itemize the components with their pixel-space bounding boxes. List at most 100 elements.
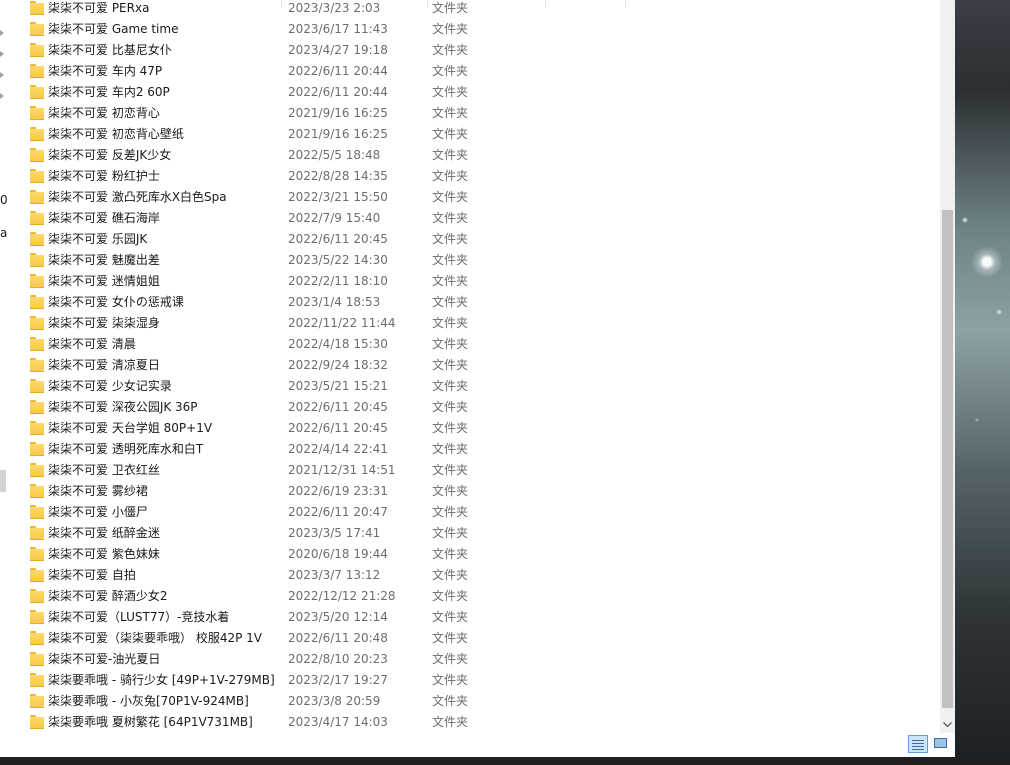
file-row[interactable]: 柒柒要乖哦 夏树繁花 [64P1V731MB] 2023/4/17 14:03 文件… <box>20 711 940 732</box>
expand-arrow-icon[interactable] <box>0 51 4 57</box>
file-modified-date: 2023/3/7 13:12 <box>288 567 381 582</box>
file-row[interactable]: 柒柒要乖哦 - 骑行少女 [49P+1V-279MB] 2023/2/17 19:… <box>20 669 940 690</box>
file-row[interactable]: 柒柒不可爱 比基尼女仆 2023/4/27 19:18 文件夹 <box>20 39 940 60</box>
file-name: 柒柒不可爱-油光夏日 <box>48 652 161 666</box>
file-name: 柒柒不可爱 Game time <box>48 22 179 36</box>
file-row[interactable]: 柒柒不可爱 深夜公园JK 36P 2022/6/11 20:45 文件夹 <box>20 396 940 417</box>
file-name: 柒柒不可爱 天台学姐 80P+1V <box>48 421 213 435</box>
file-row[interactable]: 柒柒不可爱 迷情姐姐 2022/2/11 18:10 文件夹 <box>20 270 940 291</box>
folder-icon <box>30 253 44 267</box>
file-type: 文件夹 <box>432 463 469 477</box>
file-row[interactable]: 柒柒不可爱 反差JK少女 2022/5/5 18:48 文件夹 <box>20 144 940 165</box>
file-type: 文件夹 <box>432 232 469 246</box>
folder-icon <box>30 484 44 498</box>
file-modified-date: 2022/5/5 18:48 <box>288 147 381 162</box>
folder-icon <box>30 22 44 36</box>
folder-icon <box>30 190 44 204</box>
nav-item-fragment[interactable]: 0 <box>0 193 8 207</box>
file-name: 柒柒不可爱 雾纱裙 <box>48 484 148 498</box>
file-modified-date: 2022/6/11 20:44 <box>288 63 388 78</box>
status-bar <box>0 733 955 757</box>
file-type: 文件夹 <box>432 211 469 225</box>
folder-icon <box>30 295 44 309</box>
file-type: 文件夹 <box>432 316 469 330</box>
file-explorer-window: 0 a 柒柒不可爱 PERxa 2023/3/23 2:03 文件夹 柒柒不可爱 Ga… <box>0 0 955 757</box>
folder-icon <box>30 85 44 99</box>
file-row[interactable]: 柒柒不可爱 醉酒少女2 2022/12/12 21:28 文件夹 <box>20 585 940 606</box>
file-name: 柒柒不可爱 自拍 <box>48 568 136 582</box>
file-type: 文件夹 <box>432 148 469 162</box>
folder-icon <box>30 43 44 57</box>
file-row[interactable]: 柒柒不可爱 少女记实录 2023/5/21 15:21 文件夹 <box>20 375 940 396</box>
file-row[interactable]: 柒柒不可爱 天台学姐 80P+1V 2022/6/11 20:45 文件夹 <box>20 417 940 438</box>
file-type: 文件夹 <box>432 1 469 15</box>
file-modified-date: 2023/3/5 17:41 <box>288 525 381 540</box>
file-row[interactable]: 柒柒不可爱 自拍 2023/3/7 13:12 文件夹 <box>20 564 940 585</box>
file-row[interactable]: 柒柒不可爱 清凉夏日 2022/9/24 18:32 文件夹 <box>20 354 940 375</box>
folder-icon <box>30 1 44 15</box>
file-row[interactable]: 柒柒不可爱 紫色妹妹 2020/6/18 19:44 文件夹 <box>20 543 940 564</box>
file-name: 柒柒不可爱 小僵尸 <box>48 505 148 519</box>
file-modified-date: 2022/6/11 20:47 <box>288 504 388 519</box>
folder-icon <box>30 442 44 456</box>
file-row[interactable]: 柒柒不可爱 小僵尸 2022/6/11 20:47 文件夹 <box>20 501 940 522</box>
file-name: 柒柒不可爱 清凉夏日 <box>48 358 160 372</box>
file-row[interactable]: 柒柒不可爱 车内 47P 2022/6/11 20:44 文件夹 <box>20 60 940 81</box>
file-row[interactable]: 柒柒不可爱 魅魔出差 2023/5/22 14:30 文件夹 <box>20 249 940 270</box>
large-icons-view-button[interactable] <box>931 735 951 753</box>
file-row[interactable]: 柒柒不可爱 礁石海岸 2022/7/9 15:40 文件夹 <box>20 207 940 228</box>
file-row[interactable]: 柒柒不可爱（LUST77）-竞技水着 2023/5/20 12:14 文件夹 <box>20 606 940 627</box>
folder-icon <box>30 127 44 141</box>
file-modified-date: 2023/2/17 19:27 <box>288 672 388 687</box>
chevron-down-icon <box>943 721 952 727</box>
folder-icon <box>30 148 44 162</box>
file-row[interactable]: 柒柒不可爱 初恋背心壁纸 2021/9/16 16:25 文件夹 <box>20 123 940 144</box>
folder-icon <box>30 631 44 645</box>
file-name: 柒柒不可爱 少女记实录 <box>48 379 172 393</box>
file-row[interactable]: 柒柒不可爱 透明死库水和白T 2022/4/14 22:41 文件夹 <box>20 438 940 459</box>
file-modified-date: 2022/11/22 11:44 <box>288 315 396 330</box>
file-row[interactable]: 柒柒不可爱 车内2 60P 2022/6/11 20:44 文件夹 <box>20 81 940 102</box>
file-modified-date: 2022/12/12 21:28 <box>288 588 396 603</box>
file-row[interactable]: 柒柒不可爱 卫衣红丝 2021/12/31 14:51 文件夹 <box>20 459 940 480</box>
file-row[interactable]: 柒柒不可爱 激凸死库水X白色Spa 2022/3/21 15:50 文件夹 <box>20 186 940 207</box>
file-row[interactable]: 柒柒不可爱 粉红护士 2022/8/28 14:35 文件夹 <box>20 165 940 186</box>
file-row[interactable]: 柒柒不可爱 Game time 2023/6/17 11:43 文件夹 <box>20 18 940 39</box>
file-modified-date: 2022/2/11 18:10 <box>288 273 388 288</box>
expand-arrow-icon[interactable] <box>0 93 4 99</box>
folder-icon <box>30 526 44 540</box>
folder-icon <box>30 316 44 330</box>
file-modified-date: 2022/7/9 15:40 <box>288 210 381 225</box>
file-type: 文件夹 <box>432 568 469 582</box>
folder-icon <box>30 673 44 687</box>
scroll-down-button[interactable] <box>940 716 955 733</box>
file-row[interactable]: 柒柒不可爱 纸醉金迷 2023/3/5 17:41 文件夹 <box>20 522 940 543</box>
scroll-thumb[interactable] <box>942 210 953 708</box>
file-type: 文件夹 <box>432 505 469 519</box>
nav-item-fragment[interactable]: a <box>0 226 8 240</box>
file-modified-date: 2021/9/16 16:25 <box>288 105 388 120</box>
folder-icon <box>30 652 44 666</box>
vertical-scrollbar[interactable] <box>940 0 955 733</box>
details-view-button[interactable] <box>908 735 928 753</box>
file-modified-date: 2022/8/28 14:35 <box>288 168 388 183</box>
expand-arrow-icon[interactable] <box>0 30 4 36</box>
folder-icon <box>30 505 44 519</box>
file-row[interactable]: 柒柒不可爱（柒柒要乖哦） 校服42P 1V 2022/6/11 20:48 文件夹 <box>20 627 940 648</box>
file-row[interactable]: 柒柒不可爱-油光夏日 2022/8/10 20:23 文件夹 <box>20 648 940 669</box>
expand-arrow-icon[interactable] <box>0 72 4 78</box>
file-name: 柒柒不可爱 迷情姐姐 <box>48 274 160 288</box>
file-row[interactable]: 柒柒不可爱 雾纱裙 2022/6/19 23:31 文件夹 <box>20 480 940 501</box>
file-row[interactable]: 柒柒要乖哦 - 小灰兔[70P1V-924MB] 2023/3/8 20:59 文件… <box>20 690 940 711</box>
file-row[interactable]: 柒柒不可爱 初恋背心 2021/9/16 16:25 文件夹 <box>20 102 940 123</box>
file-modified-date: 2021/12/31 14:51 <box>288 462 396 477</box>
file-name: 柒柒不可爱 乐园JK <box>48 232 148 246</box>
file-row[interactable]: 柒柒不可爱 清晨 2022/4/18 15:30 文件夹 <box>20 333 940 354</box>
file-row[interactable]: 柒柒不可爱 乐园JK 2022/6/11 20:45 文件夹 <box>20 228 940 249</box>
file-row[interactable]: 柒柒不可爱 PERxa 2023/3/23 2:03 文件夹 <box>20 0 940 18</box>
file-row[interactable]: 柒柒不可爱 女仆の惩戒课 2023/1/4 18:53 文件夹 <box>20 291 940 312</box>
file-name: 柒柒不可爱 深夜公园JK 36P <box>48 400 198 414</box>
file-row[interactable]: 柒柒不可爱 柒柒湿身 2022/11/22 11:44 文件夹 <box>20 312 940 333</box>
nav-scroll-thumb[interactable] <box>0 470 6 492</box>
file-modified-date: 2023/5/21 15:21 <box>288 378 388 393</box>
